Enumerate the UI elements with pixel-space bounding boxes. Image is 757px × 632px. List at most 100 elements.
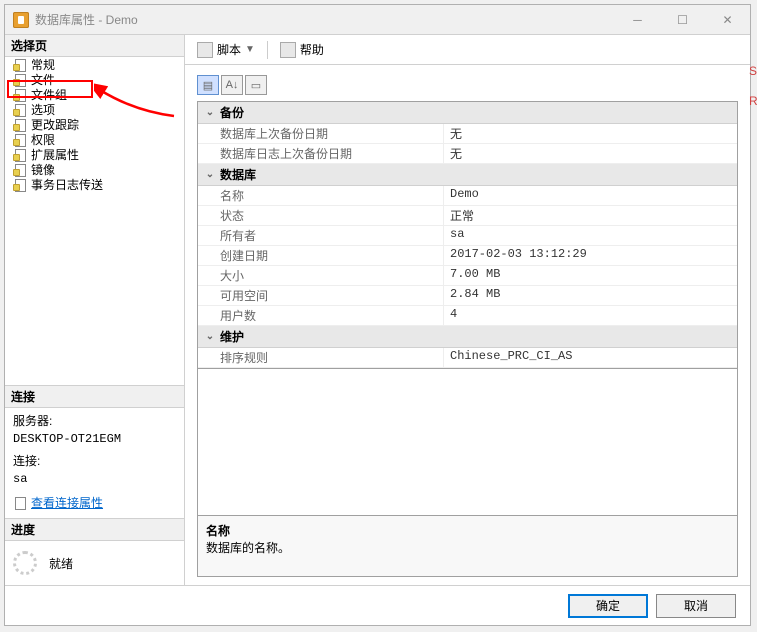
sidebar-item-label: 扩展属性 bbox=[31, 148, 79, 162]
prop-row[interactable]: 数据库日志上次备份日期无 bbox=[198, 144, 737, 164]
prop-label: 排序规则 bbox=[198, 348, 444, 367]
prop-value: 无 bbox=[444, 144, 737, 163]
alphabetical-button[interactable]: A↓ bbox=[221, 75, 243, 95]
maximize-button[interactable]: ☐ bbox=[660, 5, 705, 34]
prop-row[interactable]: 排序规则Chinese_PRC_CI_AS bbox=[198, 348, 737, 368]
page-icon bbox=[13, 74, 27, 86]
sidebar-item-general[interactable]: 常规 bbox=[5, 57, 184, 72]
prop-row[interactable]: 状态正常 bbox=[198, 206, 737, 226]
page-icon bbox=[13, 164, 27, 176]
page-icon bbox=[13, 89, 27, 101]
background-edge: S R bbox=[749, 0, 757, 632]
close-button[interactable]: ✕ bbox=[705, 5, 750, 34]
prop-value: 正常 bbox=[444, 206, 737, 225]
prop-label: 可用空间 bbox=[198, 286, 444, 305]
prop-label: 名称 bbox=[198, 186, 444, 205]
sidebar-item-label: 常规 bbox=[31, 58, 55, 72]
sidebar-item-label: 事务日志传送 bbox=[31, 178, 103, 192]
main-panel: 脚本▼ 帮助 ▤ A↓ ▭ ⌄备份 数据库上次备份日期无 数据库日志上次备份日期… bbox=[185, 35, 750, 585]
category-database[interactable]: ⌄数据库 bbox=[198, 164, 737, 186]
connection-section: 连接 服务器: DESKTOP-OT21EGM 连接: sa 查看连接属性 bbox=[5, 385, 184, 518]
grid-toolbar: ▤ A↓ ▭ bbox=[185, 73, 750, 97]
view-connection-link[interactable]: 查看连接属性 bbox=[13, 494, 103, 512]
prop-label: 状态 bbox=[198, 206, 444, 225]
prop-row[interactable]: 数据库上次备份日期无 bbox=[198, 124, 737, 144]
conn-value: sa bbox=[13, 470, 176, 488]
help-button[interactable]: 帮助 bbox=[276, 39, 328, 60]
script-icon bbox=[197, 42, 213, 58]
category-backup[interactable]: ⌄备份 bbox=[198, 102, 737, 124]
sidebar-item-files[interactable]: 文件 bbox=[5, 72, 184, 87]
category-maintenance[interactable]: ⌄维护 bbox=[198, 326, 737, 348]
prop-label: 所有者 bbox=[198, 226, 444, 245]
sidebar: 选择页 常规 文件 文件组 选项 更改跟踪 权限 扩展属性 镜像 事务日志传送 … bbox=[5, 35, 185, 585]
collapse-icon: ⌄ bbox=[204, 107, 216, 119]
prop-label: 创建日期 bbox=[198, 246, 444, 265]
prop-row[interactable]: 用户数4 bbox=[198, 306, 737, 326]
progress-status: 就绪 bbox=[49, 555, 73, 572]
spinner-icon bbox=[13, 551, 37, 575]
sidebar-item-logshipping[interactable]: 事务日志传送 bbox=[5, 177, 184, 192]
sidebar-item-label: 权限 bbox=[31, 133, 55, 147]
sidebar-item-label: 文件 bbox=[31, 73, 55, 87]
server-label: 服务器: bbox=[13, 412, 176, 430]
prop-row[interactable]: 名称Demo bbox=[198, 186, 737, 206]
prop-label: 数据库日志上次备份日期 bbox=[198, 144, 444, 163]
ok-button[interactable]: 确定 bbox=[568, 594, 648, 618]
collapse-icon: ⌄ bbox=[204, 169, 216, 181]
progress-section: 进度 就绪 bbox=[5, 518, 184, 585]
sidebar-item-changetracking[interactable]: 更改跟踪 bbox=[5, 117, 184, 132]
database-icon bbox=[13, 12, 29, 28]
categorized-button[interactable]: ▤ bbox=[197, 75, 219, 95]
prop-value: Chinese_PRC_CI_AS bbox=[444, 348, 737, 367]
sidebar-item-label: 镜像 bbox=[31, 163, 55, 177]
prop-value: sa bbox=[444, 226, 737, 245]
toolbar: 脚本▼ 帮助 bbox=[185, 35, 750, 65]
property-grid: ⌄备份 数据库上次备份日期无 数据库日志上次备份日期无 ⌄数据库 名称Demo … bbox=[197, 101, 738, 369]
prop-value: Demo bbox=[444, 186, 737, 205]
sidebar-item-permissions[interactable]: 权限 bbox=[5, 132, 184, 147]
script-button[interactable]: 脚本▼ bbox=[193, 39, 259, 60]
prop-value: 4 bbox=[444, 306, 737, 325]
prop-row[interactable]: 所有者sa bbox=[198, 226, 737, 246]
page-icon bbox=[13, 59, 27, 71]
page-list: 常规 文件 文件组 选项 更改跟踪 权限 扩展属性 镜像 事务日志传送 bbox=[5, 57, 184, 192]
separator bbox=[267, 41, 268, 59]
prop-row[interactable]: 创建日期2017-02-03 13:12:29 bbox=[198, 246, 737, 266]
description-pane: 名称 数据库的名称。 bbox=[197, 515, 738, 577]
sidebar-item-label: 选项 bbox=[31, 103, 55, 117]
prop-row[interactable]: 可用空间2.84 MB bbox=[198, 286, 737, 306]
conn-label: 连接: bbox=[13, 452, 176, 470]
prop-label: 数据库上次备份日期 bbox=[198, 124, 444, 143]
collapse-icon: ⌄ bbox=[204, 331, 216, 343]
prop-label: 大小 bbox=[198, 266, 444, 285]
progress-header: 进度 bbox=[5, 519, 184, 541]
sidebar-item-options[interactable]: 选项 bbox=[5, 102, 184, 117]
page-icon bbox=[13, 119, 27, 131]
page-icon bbox=[13, 149, 27, 161]
prop-label: 用户数 bbox=[198, 306, 444, 325]
connection-header: 连接 bbox=[5, 386, 184, 408]
button-bar: 确定 取消 bbox=[5, 585, 750, 625]
pages-button[interactable]: ▭ bbox=[245, 75, 267, 95]
sidebar-item-mirroring[interactable]: 镜像 bbox=[5, 162, 184, 177]
sidebar-item-extended[interactable]: 扩展属性 bbox=[5, 147, 184, 162]
sidebar-item-label: 更改跟踪 bbox=[31, 118, 79, 132]
titlebar[interactable]: 数据库属性 - Demo ─ ☐ ✕ bbox=[5, 5, 750, 35]
page-icon bbox=[13, 104, 27, 116]
prop-row[interactable]: 大小7.00 MB bbox=[198, 266, 737, 286]
prop-value: 2.84 MB bbox=[444, 286, 737, 305]
chevron-down-icon: ▼ bbox=[245, 44, 255, 55]
help-icon bbox=[280, 42, 296, 58]
page-icon bbox=[13, 179, 27, 191]
properties-icon bbox=[13, 497, 27, 509]
dialog-window: 数据库属性 - Demo ─ ☐ ✕ 选择页 常规 文件 文件组 选项 更改跟踪… bbox=[4, 4, 751, 626]
page-icon bbox=[13, 134, 27, 146]
cancel-button[interactable]: 取消 bbox=[656, 594, 736, 618]
grid-empty-space bbox=[197, 369, 738, 515]
minimize-button[interactable]: ─ bbox=[615, 5, 660, 34]
sidebar-item-label: 文件组 bbox=[31, 88, 67, 102]
select-page-header: 选择页 bbox=[5, 35, 184, 57]
prop-value: 无 bbox=[444, 124, 737, 143]
sidebar-item-filegroups[interactable]: 文件组 bbox=[5, 87, 184, 102]
